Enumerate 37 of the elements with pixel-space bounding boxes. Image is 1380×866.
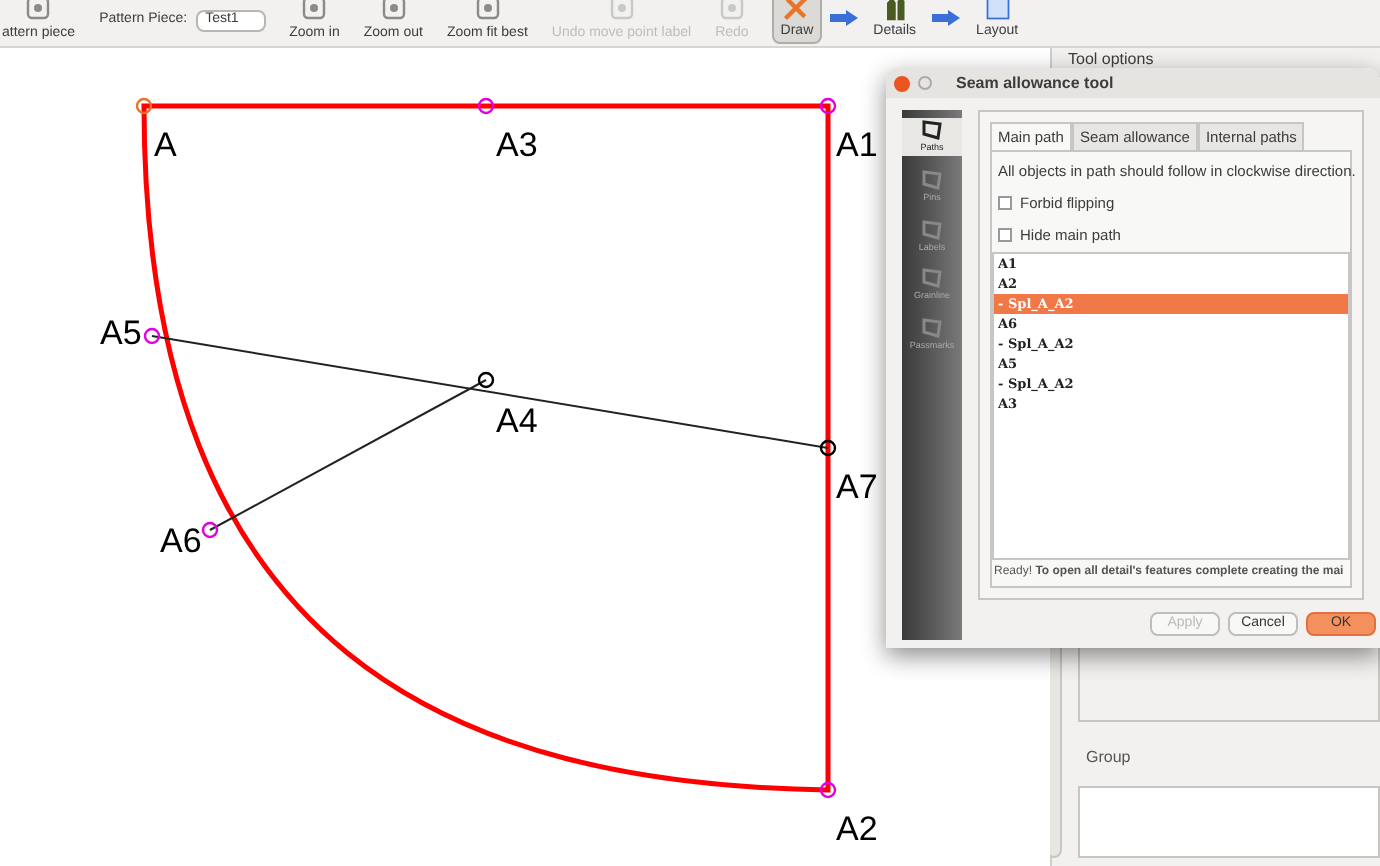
arrow-icon: [829, 10, 858, 26]
draw-icon: [782, 0, 811, 21]
sidebar-icon: [920, 316, 944, 340]
point-label: A5: [100, 314, 142, 352]
group-title: Group: [1084, 746, 1133, 770]
tool-icon: [24, 0, 53, 21]
point-marker[interactable]: [135, 97, 153, 115]
point-label: A6: [160, 522, 202, 560]
dialog-title: Seam allowance tool: [956, 71, 1114, 95]
point-marker[interactable]: [819, 781, 837, 799]
checkbox[interactable]: [998, 227, 1012, 242]
point-label: A4: [496, 402, 538, 440]
arrow-icon: [932, 10, 961, 26]
point-marker[interactable]: [819, 439, 837, 457]
tool-icon: [473, 0, 502, 21]
sidebar-icon: [920, 217, 944, 241]
sidebar-icon: [920, 266, 944, 291]
close-button[interactable]: [894, 75, 910, 91]
tool-icon: [379, 0, 408, 21]
point-label: A3: [496, 126, 538, 164]
layout-icon: [983, 0, 1012, 21]
sidebar-icon: [920, 118, 944, 142]
sidebar-icon: [920, 167, 944, 192]
checkbox[interactable]: [998, 196, 1012, 211]
point-label: A2: [836, 810, 878, 848]
tool-icon: [300, 0, 329, 21]
point-marker[interactable]: [477, 97, 495, 115]
point-marker[interactable]: [477, 371, 495, 389]
point-marker[interactable]: [819, 97, 837, 115]
tool-icon: [717, 0, 746, 21]
point-label: A1: [836, 126, 878, 164]
point-marker[interactable]: [143, 327, 161, 345]
dock-title: Tool options: [1068, 47, 1154, 71]
tool-icon: [607, 0, 636, 21]
point-label: A: [154, 126, 177, 164]
point-marker[interactable]: [201, 521, 219, 539]
point-label: A7: [836, 468, 878, 506]
